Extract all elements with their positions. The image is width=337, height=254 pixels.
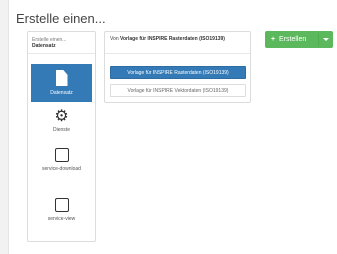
checkbox-icon	[54, 198, 69, 212]
template-selector-panel: Von Vorlage für INSPIRE Rasterdaten (ISO…	[104, 31, 251, 103]
plus-icon: +	[271, 36, 276, 43]
type-tile-dienste[interactable]: ⚙ Dienste	[31, 106, 92, 144]
type-selector-header: Erstelle einen... Datensatz	[28, 32, 95, 54]
type-tile-label: Dienste	[53, 127, 70, 133]
type-tile-datensatz[interactable]: Datensatz	[31, 64, 92, 102]
checkbox-icon	[54, 148, 69, 162]
template-item-raster[interactable]: Vorlage für INSPIRE Rasterdaten (ISO1913…	[110, 66, 246, 79]
button-divider	[318, 33, 319, 46]
caret-down-icon[interactable]	[323, 38, 329, 41]
type-selector-panel: Erstelle einen... Datensatz Datensatz ⚙ …	[27, 31, 96, 242]
template-prefix: Von	[110, 36, 119, 42]
type-tile-label: service-download	[42, 166, 81, 172]
page-title: Erstelle einen...	[16, 11, 106, 26]
gear-icon: ⚙	[54, 108, 69, 125]
type-tile-service-view[interactable]: service-view	[31, 192, 92, 230]
template-item-vektor[interactable]: Vorlage für INSPIRE Vektordaten (ISO1913…	[110, 84, 246, 97]
template-selector-header: Von Vorlage für INSPIRE Rasterdaten (ISO…	[105, 32, 250, 54]
create-button[interactable]: + Erstellen	[265, 31, 333, 48]
document-icon	[55, 70, 68, 86]
create-button-label: Erstellen	[279, 36, 307, 43]
type-tile-label: Datensatz	[50, 90, 73, 96]
type-tile-label: service-view	[47, 216, 76, 222]
type-selector-heading: Datensatz	[32, 43, 56, 49]
template-heading: Vorlage für INSPIRE Rasterdaten (ISO1913…	[120, 36, 225, 42]
type-tile-service-download[interactable]: service-download	[31, 142, 92, 186]
